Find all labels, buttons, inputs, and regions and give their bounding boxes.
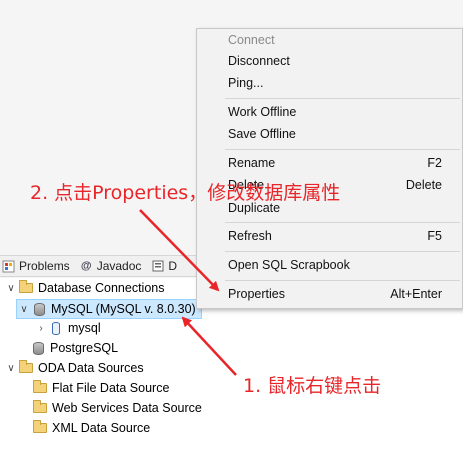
menu-item-work-offline[interactable]: Work Offline	[197, 101, 462, 123]
tree-item-oda-data-sources[interactable]: ∨ ODA Data Sources	[4, 358, 144, 378]
menu-item-label: Properties	[228, 287, 285, 301]
chevron-down-icon[interactable]: ∨	[4, 281, 18, 295]
declaration-icon	[151, 260, 164, 273]
menu-separator	[225, 280, 460, 281]
menu-item-shortcut: Delete	[405, 178, 442, 192]
tree-item-database-connections[interactable]: ∨ Database Connections	[4, 278, 164, 298]
menu-item-disconnect[interactable]: Disconnect	[197, 50, 462, 72]
menu-item-label: Save Offline	[228, 127, 296, 141]
menu-item-properties[interactable]: Properties Alt+Enter	[197, 283, 462, 305]
tab-javadoc[interactable]: @ Javadoc	[80, 259, 142, 273]
context-menu: Connect Disconnect Ping... Work Offline …	[196, 28, 463, 309]
database-connection-icon	[31, 302, 47, 316]
menu-item-label: Work Offline	[228, 105, 297, 119]
menu-separator	[225, 149, 460, 150]
menu-item-label: Connect	[228, 33, 275, 47]
menu-item-open-sql-scrapbook[interactable]: Open SQL Scrapbook	[197, 254, 462, 276]
tab-javadoc-label: Javadoc	[96, 259, 142, 273]
tab-problems-label: Problems	[19, 259, 70, 273]
menu-item-shortcut: F5	[427, 229, 442, 243]
tree-item-flat-file[interactable]: Flat File Data Source	[18, 378, 169, 398]
menu-item-label: Ping...	[228, 76, 264, 90]
tree-item-web-services[interactable]: Web Services Data Source	[18, 398, 202, 418]
problems-icon	[2, 260, 15, 273]
menu-item-shortcut: Alt+Enter	[390, 287, 442, 301]
tab-declaration-label: D	[168, 259, 178, 273]
database-connection-icon	[30, 341, 46, 355]
menu-item-label: Refresh	[228, 229, 272, 243]
folder-icon	[32, 420, 48, 435]
javadoc-icon: @	[80, 260, 92, 272]
tree-item-label: Web Services Data Source	[52, 401, 202, 415]
tree-item-mysql-connection[interactable]: ∨ MySQL (MySQL v. 8.0.30)	[16, 299, 202, 319]
chevron-down-icon[interactable]: ∨	[17, 302, 31, 316]
tree-item-label: Database Connections	[38, 281, 165, 295]
folder-icon	[32, 400, 48, 415]
menu-separator	[225, 98, 460, 99]
menu-item-shortcut: F2	[427, 156, 442, 170]
annotation-step-2: 2. 点击Properties，修改数据库属性	[30, 182, 341, 204]
menu-item-save-offline[interactable]: Save Offline	[197, 123, 462, 145]
tab-declaration[interactable]: D	[151, 259, 177, 273]
menu-item-refresh[interactable]: Refresh F5	[197, 225, 462, 247]
view-tab-bar: Problems @ Javadoc D	[0, 255, 200, 277]
menu-item-ping[interactable]: Ping...	[197, 72, 462, 94]
tree-item-label: ODA Data Sources	[38, 361, 144, 375]
tree-item-label: mysql	[68, 321, 101, 335]
tree-item-label: MySQL (MySQL v. 8.0.30)	[51, 302, 196, 316]
tab-problems[interactable]: Problems	[2, 259, 70, 273]
schema-icon	[48, 321, 64, 335]
chevron-down-icon[interactable]: ∨	[4, 361, 18, 375]
menu-item-connect: Connect	[197, 29, 462, 51]
menu-item-label: Rename	[228, 156, 276, 170]
menu-item-label: Open SQL Scrapbook	[228, 258, 350, 272]
menu-separator	[225, 251, 460, 252]
folder-icon	[32, 380, 48, 395]
tree-item-label: PostgreSQL	[50, 341, 119, 355]
folder-open-icon	[18, 360, 34, 375]
chevron-right-icon[interactable]: ›	[34, 321, 48, 335]
tree-item-label: Flat File Data Source	[52, 381, 170, 395]
menu-item-label: Disconnect	[228, 54, 290, 68]
menu-item-rename[interactable]: Rename F2	[197, 152, 462, 174]
tree-item-mysql-schema[interactable]: › mysql	[34, 318, 101, 338]
tree-item-label: XML Data Source	[52, 421, 151, 435]
annotation-step-1: 1. 鼠标右键点击	[243, 375, 382, 397]
tree-item-postgresql[interactable]: PostgreSQL	[16, 338, 118, 358]
menu-separator	[225, 222, 460, 223]
tree-item-xml[interactable]: XML Data Source	[18, 418, 150, 438]
folder-open-icon	[18, 280, 34, 295]
